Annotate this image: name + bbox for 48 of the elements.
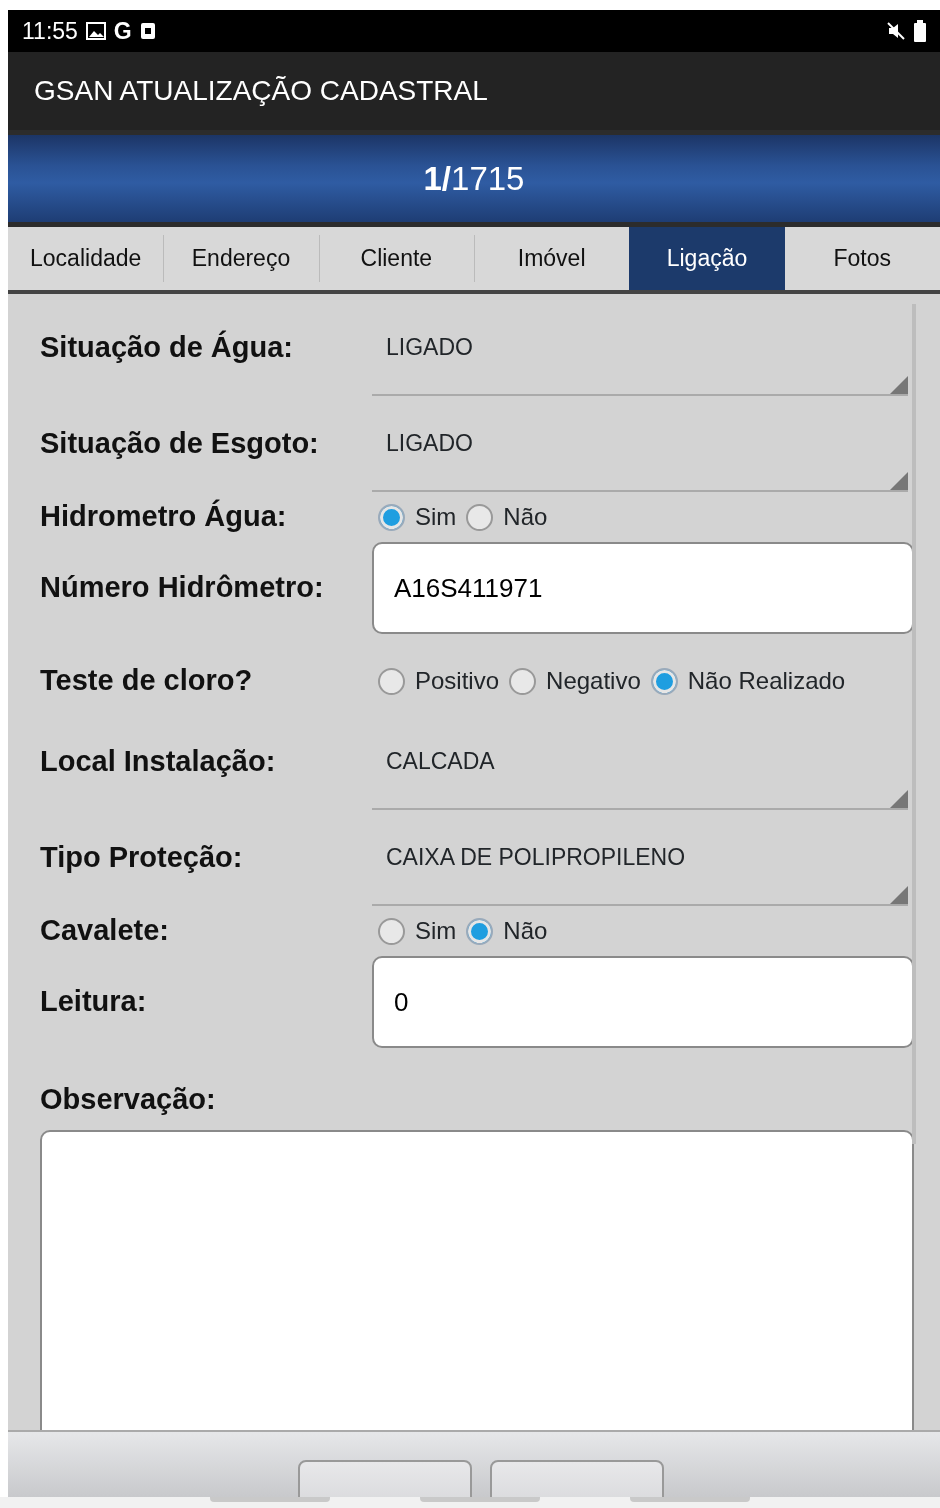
input-field[interactable]: 0 xyxy=(372,956,914,1048)
field-label: Situação de Água: xyxy=(40,329,294,366)
battery-icon xyxy=(914,20,926,42)
tab[interactable]: Cliente xyxy=(318,227,474,290)
record-counter: 1/1715 xyxy=(423,158,525,199)
tab[interactable]: Ligação xyxy=(629,227,785,290)
radio-button[interactable] xyxy=(378,667,405,695)
image-icon xyxy=(85,22,106,40)
tab[interactable]: Fotos xyxy=(784,227,940,290)
field-label: Teste de cloro? xyxy=(40,663,254,699)
status-glyph: G xyxy=(113,16,132,46)
tab[interactable]: Endereço xyxy=(163,227,319,290)
option-label[interactable]: Não xyxy=(503,913,548,949)
corner-triangle-icon xyxy=(890,886,908,904)
field-label: Local Instalação: xyxy=(40,744,277,780)
option-label[interactable]: Não Realizado xyxy=(687,663,846,699)
option-label[interactable]: Negativo xyxy=(546,663,641,699)
option-label[interactable]: Positivo xyxy=(415,663,500,699)
field-label: Leitura: xyxy=(40,984,148,1020)
radio-button[interactable] xyxy=(466,917,494,945)
radio-button[interactable] xyxy=(378,503,405,531)
corner-triangle-icon xyxy=(890,790,908,808)
input-field[interactable]: A16S411971 xyxy=(372,542,914,634)
field-label: Situação de Esgoto: xyxy=(40,426,320,462)
corner-triangle-icon xyxy=(890,376,908,394)
option-label[interactable]: Sim xyxy=(415,913,457,949)
option-label[interactable]: Não xyxy=(503,499,548,535)
field-label: Cavalete: xyxy=(40,913,170,949)
option-label[interactable]: Sim xyxy=(415,499,457,535)
field-label: Hidrometro Água: xyxy=(40,498,288,535)
field-label: Observação: xyxy=(40,1082,217,1117)
dropdown[interactable]: CALCADA xyxy=(372,714,908,810)
field-label: Número Hidrômetro: xyxy=(40,570,325,606)
mute-icon xyxy=(886,21,906,41)
square-icon xyxy=(139,22,156,40)
dropdown[interactable]: LIGADO xyxy=(372,300,908,396)
dropdown[interactable]: LIGADO xyxy=(372,396,908,492)
status-time: 11:55 xyxy=(22,16,78,46)
corner-triangle-icon xyxy=(890,472,908,490)
tab[interactable]: Localidade xyxy=(8,227,164,290)
radio-button[interactable] xyxy=(650,667,678,695)
radio-button[interactable] xyxy=(509,667,537,695)
field-label: Tipo Proteção: xyxy=(40,840,244,876)
tab[interactable]: Imóvel xyxy=(474,227,630,290)
dropdown[interactable]: CAIXA DE POLIPROPILENO xyxy=(372,810,908,906)
radio-button[interactable] xyxy=(378,917,405,945)
radio-button[interactable] xyxy=(466,503,494,531)
app-title: GSAN ATUALIZAÇÃO CADASTRAL xyxy=(34,74,488,108)
